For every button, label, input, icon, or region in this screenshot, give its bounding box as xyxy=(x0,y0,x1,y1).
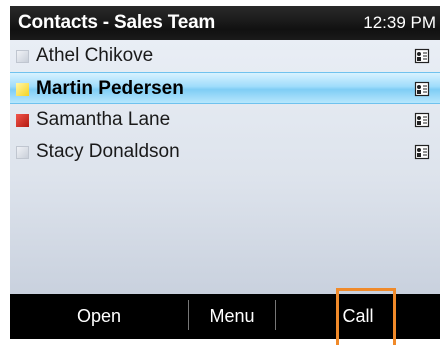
title-bar: Contacts - Sales Team 12:39 PM xyxy=(10,6,440,40)
contact-name: Martin Pedersen xyxy=(36,78,184,99)
clock: 12:39 PM xyxy=(363,13,436,32)
contact-card-icon[interactable] xyxy=(414,112,430,128)
contact-name: Athel Chikove xyxy=(36,45,154,66)
contact-card-icon[interactable] xyxy=(414,144,430,160)
contact-name: Samantha Lane xyxy=(36,109,171,130)
list-item-selected[interactable]: Martin Pedersen xyxy=(10,72,440,104)
open-softkey[interactable]: Open xyxy=(10,294,188,339)
presence-icon xyxy=(16,146,29,159)
list-item[interactable]: Samantha Lane xyxy=(10,104,440,136)
contact-list: Athel Chikove Martin Pedersen Samantha L… xyxy=(10,40,440,294)
list-item[interactable]: Athel Chikove xyxy=(10,40,440,72)
presence-icon xyxy=(16,114,29,127)
call-callout-highlight xyxy=(336,288,396,345)
presence-icon xyxy=(16,50,29,63)
contact-card-icon[interactable] xyxy=(414,81,430,97)
menu-softkey[interactable]: Menu xyxy=(189,294,275,339)
list-item[interactable]: Stacy Donaldson xyxy=(10,136,440,168)
page-title: Contacts - Sales Team xyxy=(18,12,216,33)
contact-name: Stacy Donaldson xyxy=(36,141,180,162)
contact-card-icon[interactable] xyxy=(414,48,430,64)
presence-icon xyxy=(16,83,29,96)
